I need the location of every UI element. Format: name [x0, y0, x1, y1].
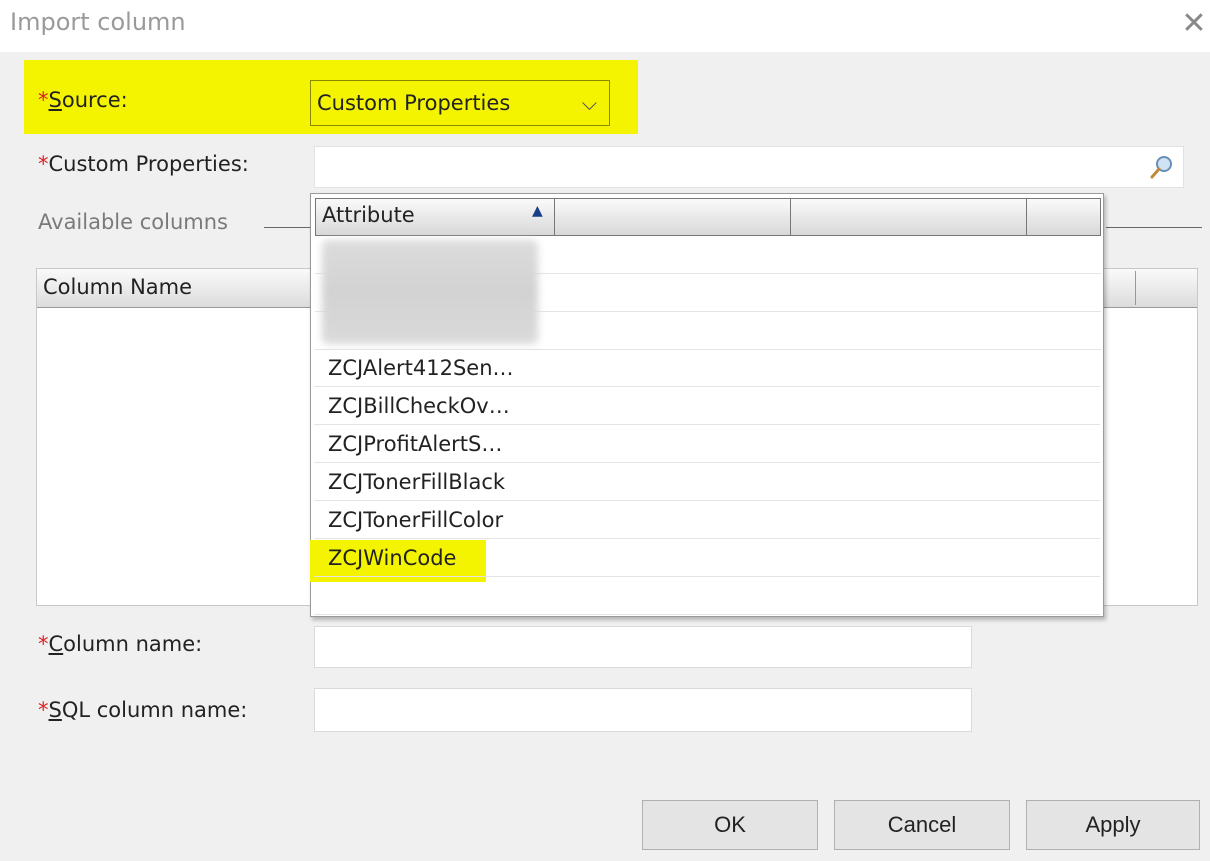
available-columns-label: Available columns: [38, 210, 228, 234]
list-item-empty[interactable]: [314, 577, 1100, 615]
custom-properties-label: *Custom Properties:: [38, 152, 249, 176]
search-icon[interactable]: [1147, 153, 1175, 181]
list-item[interactable]: ZCJTonerFillBlack: [314, 463, 1100, 501]
source-dropdown[interactable]: Custom Properties ⌵: [310, 80, 610, 126]
dialog-title: Import column: [10, 8, 186, 36]
ok-button[interactable]: OK: [642, 800, 818, 850]
header-separator: [790, 199, 791, 235]
chevron-down-icon: ⌵: [581, 91, 597, 115]
redacted-items: [322, 240, 538, 344]
group-divider: [1106, 227, 1202, 228]
list-item[interactable]: ZCJProfitAlertS…: [314, 425, 1100, 463]
attribute-column-header[interactable]: Attribute: [322, 203, 415, 227]
close-icon[interactable]: ✕: [1176, 4, 1210, 44]
column-name-field[interactable]: [314, 626, 972, 668]
attribute-header: Attribute ▲: [315, 198, 1101, 236]
sql-column-name-label: *SQL column name:: [38, 698, 248, 722]
list-item[interactable]: ZCJTonerFillColor: [314, 501, 1100, 539]
column-name-label: *Column name:: [38, 632, 203, 656]
custom-properties-search-input[interactable]: [314, 146, 1184, 188]
sql-column-name-field[interactable]: [314, 688, 972, 732]
sort-ascending-icon: ▲: [532, 203, 543, 219]
group-divider: [264, 227, 312, 228]
title-bar: Import column ✕: [0, 0, 1210, 52]
apply-button[interactable]: Apply: [1026, 800, 1200, 850]
list-item[interactable]: ZCJAlert412Sen…: [314, 349, 1100, 387]
header-separator: [554, 199, 555, 235]
column-name-header[interactable]: Column Name: [43, 275, 192, 299]
list-item-selected[interactable]: ZCJWinCode: [314, 539, 1100, 577]
cancel-button[interactable]: Cancel: [834, 800, 1010, 850]
source-label: *Source:: [38, 88, 128, 112]
header-separator: [1135, 271, 1136, 305]
header-separator: [1026, 199, 1027, 235]
list-item[interactable]: ZCJBillCheckOv…: [314, 387, 1100, 425]
source-value: Custom Properties: [317, 91, 511, 115]
